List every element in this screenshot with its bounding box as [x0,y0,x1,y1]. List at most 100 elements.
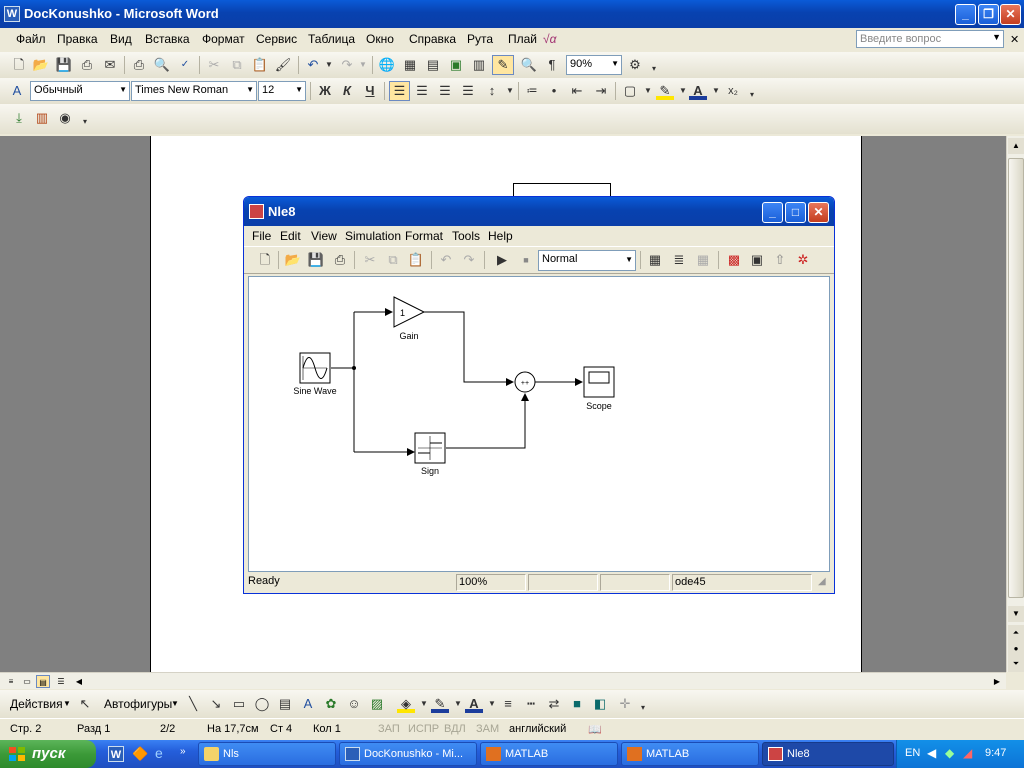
document-map-icon[interactable]: 🔍 [520,56,538,74]
save-icon[interactable]: 💾 [307,251,325,269]
sim-menu-help[interactable]: Help [488,229,513,243]
menu-play[interactable]: Плай [508,32,537,46]
italic-button[interactable]: К [338,82,356,100]
outline-view-icon[interactable]: ☰ [54,675,68,688]
chevron-down-icon[interactable]: ▼ [171,699,179,708]
scope-block[interactable] [583,366,615,398]
sim-menu-simulation[interactable]: Simulation [345,229,401,243]
sim-menu-view[interactable]: View [311,229,337,243]
task-matlab-1[interactable]: MATLAB [480,742,618,766]
print-icon[interactable]: ⎙ [130,56,148,74]
new-model-icon[interactable]: 🗋 [256,251,274,269]
menu-table[interactable]: Таблица [308,32,355,46]
clock[interactable]: 9:47 [985,747,1006,759]
quicklaunch-more-icon[interactable]: » [180,746,186,757]
sim-menu-format[interactable]: Format [405,229,443,243]
scroll-right-icon[interactable]: ▶ [990,675,1004,688]
font-size-select[interactable]: 12 ▼ [258,81,306,101]
library-browser-icon[interactable]: ▩ [725,251,743,269]
font-color-dropdown-icon[interactable]: ▼ [707,82,725,100]
fill-color-icon[interactable]: ◈ [397,695,415,713]
toolbar-options-icon[interactable]: ▾ [645,60,663,78]
font-color-icon[interactable]: A [689,82,707,100]
chevron-down-icon[interactable]: ▼ [63,699,71,708]
menu-tools[interactable]: Сервис [256,32,297,46]
style-select[interactable]: Обычный ▼ [30,81,130,101]
arrow-icon[interactable]: ↘ [207,695,225,713]
copy-icon[interactable]: ⧉ [228,56,246,74]
paste-icon[interactable]: 📋 [251,56,269,74]
start-button[interactable]: пуск [0,740,96,768]
scroll-up-icon[interactable]: ▲ [1008,138,1024,154]
word-quicklaunch-icon[interactable]: W [108,746,124,762]
previous-page-icon[interactable]: ⏶ [1008,625,1024,641]
network-icon[interactable]: ◆ [945,746,954,760]
go-to-parent-icon[interactable]: ⇧ [771,251,789,269]
model-explorer-icon[interactable]: ▣ [748,251,766,269]
print-preview-icon[interactable]: 🔍 [153,56,171,74]
build-icon[interactable]: ▦ [646,251,664,269]
menu-insert[interactable]: Вставка [145,32,190,46]
grid-icon[interactable]: ✛ [616,695,634,713]
clipart-icon[interactable]: ☺ [345,695,363,713]
sign-block[interactable] [414,432,446,464]
menu-edit[interactable]: Правка [57,32,98,46]
menu-format[interactable]: Формат [202,32,245,46]
chevron-down-icon[interactable]: ▼ [246,85,254,94]
sine-wave-block[interactable] [299,352,331,384]
tables-borders-icon[interactable]: ▦ [401,56,419,74]
sum-block[interactable]: ++ [514,371,536,393]
chevron-down-icon[interactable]: ▼ [611,59,619,68]
justify-icon[interactable]: ☰ [459,82,477,100]
underline-button[interactable]: Ч [361,82,379,100]
styles-icon[interactable]: A [8,82,26,100]
borders-icon[interactable]: ▢ [621,82,639,100]
picture-icon[interactable]: ▨ [368,695,386,713]
read-icon[interactable]: ⚙ [626,56,644,74]
stop-simulation-icon[interactable]: ■ [517,251,535,269]
hyperlink-icon[interactable]: 🌐 [378,56,396,74]
paste-icon[interactable]: 📋 [407,251,425,269]
align-center-icon[interactable]: ☰ [413,82,431,100]
simulink-minimize-button[interactable]: _ [762,202,783,223]
minimize-button[interactable]: _ [955,4,976,25]
open-folder-icon[interactable]: 📂 [284,251,302,269]
toolbar-options-icon[interactable]: ▾ [634,699,652,717]
new-document-icon[interactable]: 🗋 [10,56,28,74]
normal-view-icon[interactable]: ≡ [4,675,18,688]
insert-table-icon[interactable]: ▤ [424,56,442,74]
bold-button[interactable]: Ж [316,82,334,100]
close-button[interactable]: ✕ [1000,4,1021,25]
sim-menu-edit[interactable]: Edit [280,229,301,243]
line-spacing-dropdown-icon[interactable]: ▼ [501,82,519,100]
sim-menu-tools[interactable]: Tools [452,229,480,243]
debug-icon[interactable]: ✲ [794,251,812,269]
wordart-icon[interactable]: A [299,695,317,713]
menu-view[interactable]: Вид [110,32,132,46]
status-trk[interactable]: ИСПР [408,723,439,735]
shadow-icon[interactable]: ■ [568,695,586,713]
subscript-icon[interactable]: x₂ [724,82,742,100]
simulink-icon[interactable] [249,204,264,219]
signal-line[interactable] [446,393,529,449]
toolbar-options-icon[interactable]: ▾ [743,86,761,104]
autoshapes-menu[interactable]: Автофигуры [104,697,172,711]
copy-icon[interactable]: ⧉ [384,251,402,269]
import-icon[interactable]: ⤓ [10,109,28,127]
simulation-mode-select[interactable]: Normal ▼ [538,250,636,271]
language-indicator[interactable]: EN [905,747,920,759]
oval-icon[interactable]: ◯ [253,695,271,713]
text-color-icon[interactable]: A [465,695,483,713]
arrow-style-icon[interactable]: ⇄ [545,695,563,713]
start-simulation-icon[interactable]: ▶ [493,251,511,269]
cut-icon[interactable]: ✂ [205,56,223,74]
align-right-icon[interactable]: ☰ [436,82,454,100]
highlight-icon[interactable]: ✎ [656,82,674,100]
vertical-scrollbar[interactable]: ▲ ▼ ⏶ ● ⏷ [1006,136,1024,672]
redo-icon[interactable]: ↷ [460,251,478,269]
line-spacing-icon[interactable]: ↕ [483,82,501,100]
scroll-left-icon[interactable]: ◀ [72,675,86,688]
simulink-close-button[interactable]: ✕ [808,202,829,223]
menu-help[interactable]: Справка [409,32,456,46]
status-rec[interactable]: ЗАП [378,723,400,735]
